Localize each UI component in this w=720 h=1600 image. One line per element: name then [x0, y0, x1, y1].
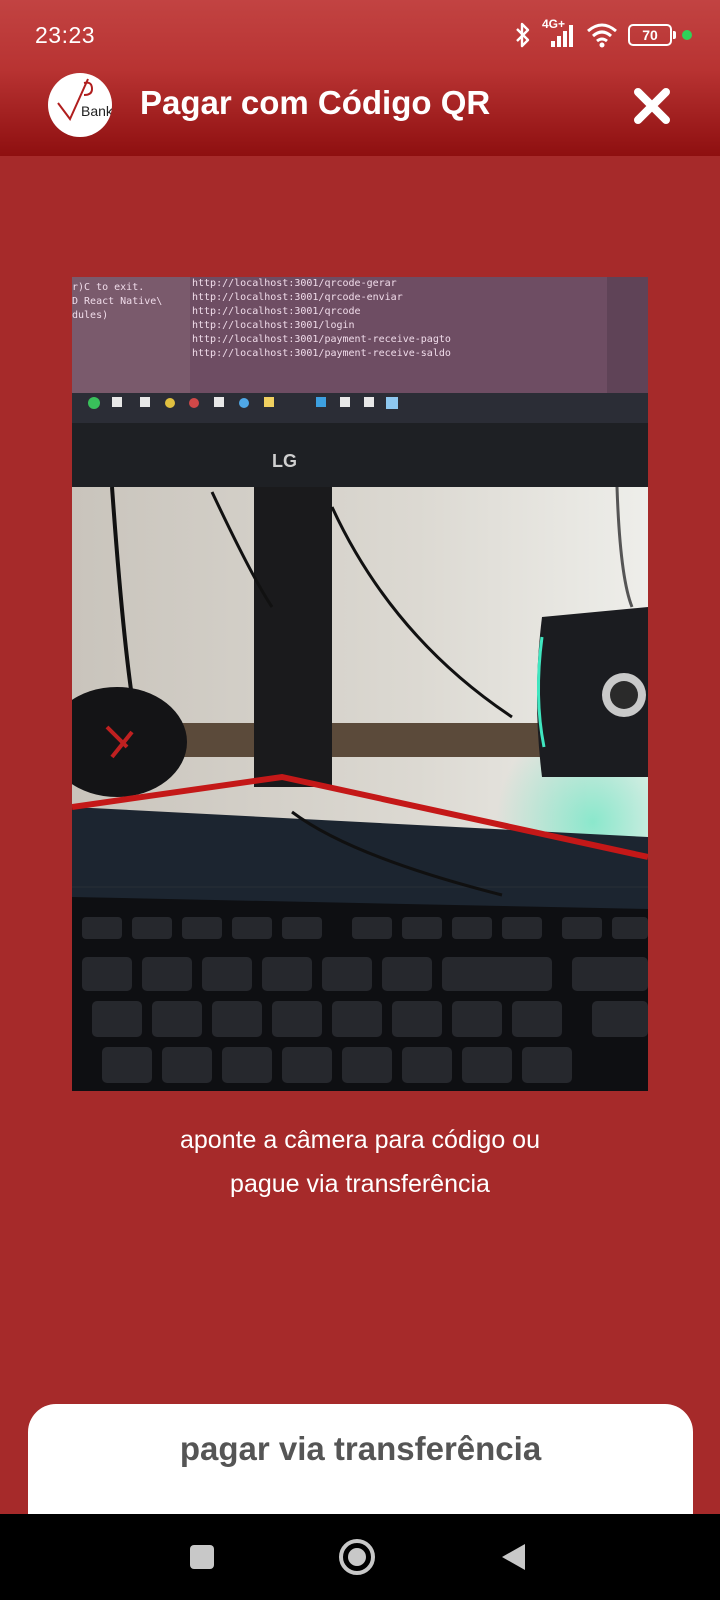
green-dot-indicator — [682, 30, 692, 40]
terminal-line: dules) — [72, 310, 109, 321]
monitor-brand: LG — [272, 451, 297, 471]
status-icons: 4G+ 70 — [514, 17, 692, 50]
close-icon — [634, 88, 670, 124]
app-header: Bank Pagar com Código QR — [0, 70, 720, 156]
terminal-line: http://localhost:3001/qrcode-enviar — [192, 292, 403, 303]
terminal-line: D React Native\ — [72, 296, 163, 307]
camera-instruction: aponte a câmera para código ou pague via… — [110, 1118, 610, 1206]
back-button[interactable] — [478, 1514, 548, 1600]
terminal-text-right: http://localhost:3001/qrcode-gerar http:… — [192, 277, 482, 387]
back-icon — [502, 1544, 525, 1570]
bluetooth-icon — [514, 22, 532, 48]
recents-icon — [190, 1545, 214, 1569]
close-button[interactable] — [630, 84, 674, 128]
terminal-text-left: r)C to exit. D React Native\ dules) — [72, 281, 182, 341]
home-button[interactable] — [322, 1514, 392, 1600]
screen: 23:23 4G+ 70 Bank Pagar com Código QR LG… — [0, 0, 720, 1600]
home-icon — [339, 1539, 375, 1575]
terminal-line: http://localhost:3001/qrcode-gerar — [192, 278, 397, 289]
instruction-line-1: aponte a câmera para código ou — [180, 1126, 540, 1154]
battery-icon: 70 — [628, 24, 676, 46]
status-time: 23:23 — [35, 22, 96, 48]
terminal-line: http://localhost:3001/login — [192, 320, 355, 331]
page-title: Pagar com Código QR — [140, 84, 491, 121]
bank-logo: Bank — [48, 73, 112, 137]
battery-level: 70 — [642, 27, 658, 43]
camera-scene: LG — [72, 277, 648, 1091]
system-nav-bar — [0, 1514, 720, 1600]
instruction-line-2: pague via transferência — [230, 1170, 490, 1198]
camera-preview[interactable]: LG http://localhost:3001/qrcode-gerar ht… — [72, 277, 648, 1091]
pay-via-transfer-label: pagar via transferência — [179, 1430, 542, 1467]
status-bar: 23:23 4G+ 70 — [0, 0, 720, 70]
terminal-line: http://localhost:3001/payment-receive-sa… — [192, 348, 451, 359]
recents-button[interactable] — [167, 1514, 237, 1600]
signal-icon: 4G+ — [542, 17, 576, 49]
terminal-line: http://localhost:3001/payment-receive-pa… — [192, 334, 451, 345]
terminal-line: http://localhost:3001/qrcode — [192, 306, 361, 317]
logo-text: Bank — [81, 103, 112, 119]
wifi-icon — [586, 22, 618, 48]
terminal-line: r)C to exit. — [72, 282, 145, 293]
